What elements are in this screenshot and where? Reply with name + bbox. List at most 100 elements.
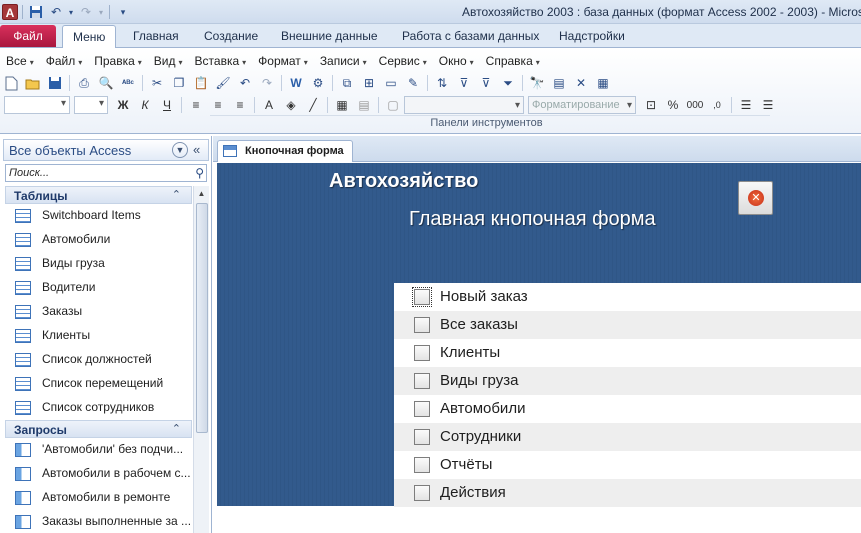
redo-icon[interactable]: ↷: [256, 73, 278, 93]
office-links-icon[interactable]: W: [285, 73, 307, 93]
nav-group-tables[interactable]: Таблицы ⌃: [5, 186, 192, 204]
format-painter-icon[interactable]: 🖌: [212, 73, 234, 93]
close-form-button[interactable]: ✕: [738, 181, 773, 215]
sort-asc-icon[interactable]: ⇅: [431, 73, 453, 93]
menu-item-clients[interactable]: Клиенты: [394, 339, 861, 367]
menu-all[interactable]: Все ▾: [0, 52, 40, 70]
delete-record-icon[interactable]: ✕: [570, 73, 592, 93]
bullets-icon[interactable]: ☰: [735, 95, 757, 115]
filter-selection-icon[interactable]: ⊽: [453, 73, 475, 93]
menu-item-button[interactable]: [414, 373, 430, 389]
nav-item-query[interactable]: 'Автомобили' без подчи...: [5, 438, 192, 462]
nav-item-table[interactable]: Автомобили: [5, 228, 192, 252]
undo-icon[interactable]: ↶: [47, 3, 65, 21]
italic-icon[interactable]: К: [134, 95, 156, 115]
font-size-combo[interactable]: [74, 96, 108, 114]
cut-icon[interactable]: ✂: [146, 73, 168, 93]
scroll-thumb[interactable]: [196, 203, 208, 433]
underline-icon[interactable]: Ч: [156, 95, 178, 115]
menu-item-reports[interactable]: Отчёты: [394, 451, 861, 479]
align-left-icon[interactable]: ≡: [185, 95, 207, 115]
nav-item-query[interactable]: Заказы выполненные за ...: [5, 510, 192, 533]
filter-form-icon[interactable]: ⊽: [475, 73, 497, 93]
nav-item-table[interactable]: Switchboard Items: [5, 204, 192, 228]
scroll-up-icon[interactable]: ▲: [194, 186, 209, 201]
menu-item-button[interactable]: [414, 317, 430, 333]
open-icon[interactable]: [22, 73, 44, 93]
spell-icon[interactable]: ᴬᴮᶜ: [117, 73, 139, 93]
redo-icon[interactable]: ↷: [77, 3, 95, 21]
paste-icon[interactable]: 📋: [190, 73, 212, 93]
properties-icon[interactable]: ✎: [402, 73, 424, 93]
nav-item-table[interactable]: Список должностей: [5, 348, 192, 372]
code-icon[interactable]: ⧉: [336, 73, 358, 93]
bold-icon[interactable]: Ж: [112, 95, 134, 115]
menu-item-new-order[interactable]: Новый заказ: [394, 283, 861, 311]
undo-icon[interactable]: ↶: [234, 73, 256, 93]
redo-dropdown-icon[interactable]: ▾: [97, 3, 105, 21]
analyze-icon[interactable]: ⚙: [307, 73, 329, 93]
collapse-group-icon[interactable]: ⌃: [172, 188, 181, 201]
collapse-group-icon[interactable]: ⌃: [172, 422, 181, 435]
customize-qat-icon[interactable]: ▾: [114, 3, 132, 21]
numbering-icon[interactable]: ☰: [757, 95, 779, 115]
access-app-icon[interactable]: A: [2, 4, 18, 20]
undo-dropdown-icon[interactable]: ▾: [67, 3, 75, 21]
menu-help[interactable]: Справка ▾: [480, 52, 546, 70]
tab-switchboard-form[interactable]: Кнопочная форма: [217, 140, 353, 162]
object-combo[interactable]: [4, 96, 70, 114]
font-color-icon[interactable]: A: [258, 95, 280, 115]
currency-icon[interactable]: ⊡: [640, 95, 662, 115]
menu-item-all-orders[interactable]: Все заказы: [394, 311, 861, 339]
nav-search-input[interactable]: Поиск... ⚲: [5, 164, 207, 182]
gridlines-icon[interactable]: ▤: [353, 95, 375, 115]
tab-add-ins[interactable]: Надстройки: [549, 25, 635, 48]
fill-color-icon[interactable]: ◈: [280, 95, 302, 115]
menu-file[interactable]: Файл ▾: [40, 52, 89, 70]
nav-group-queries[interactable]: Запросы ⌃: [5, 420, 192, 438]
menu-format[interactable]: Формат ▾: [252, 52, 314, 70]
nav-item-table[interactable]: Заказы: [5, 300, 192, 324]
nav-item-table[interactable]: Список сотрудников: [5, 396, 192, 420]
apply-filter-icon[interactable]: ⏷: [497, 73, 519, 93]
menu-records[interactable]: Записи ▾: [314, 52, 373, 70]
nav-scrollbar[interactable]: ▲: [193, 186, 209, 533]
new-object-icon[interactable]: ▭: [380, 73, 402, 93]
collapse-pane-icon[interactable]: «: [193, 142, 200, 157]
menu-tools[interactable]: Сервис ▾: [373, 52, 433, 70]
search-icon[interactable]: ⚲: [195, 166, 204, 180]
tab-external-data[interactable]: Внешние данные: [271, 25, 388, 48]
percent-icon[interactable]: %: [662, 95, 684, 115]
nav-pane-header[interactable]: Все объекты Access ▼ «: [3, 139, 209, 161]
align-center-icon[interactable]: ≡: [207, 95, 229, 115]
menu-item-button[interactable]: [414, 485, 430, 501]
borders-icon[interactable]: ▦: [331, 95, 353, 115]
new-record-icon[interactable]: ▤: [548, 73, 570, 93]
nav-item-table[interactable]: Список перемещений: [5, 372, 192, 396]
menu-item-cargo-types[interactable]: Виды груза: [394, 367, 861, 395]
database-window-icon[interactable]: ▦: [592, 73, 614, 93]
increase-decimals-icon[interactable]: ,0: [706, 95, 728, 115]
special-effect-icon[interactable]: ▢: [382, 95, 404, 115]
line-color-icon[interactable]: ╱: [302, 95, 324, 115]
save-icon[interactable]: [27, 3, 45, 21]
preview-icon[interactable]: 🔍: [95, 73, 117, 93]
nav-item-query[interactable]: Автомобили в рабочем с...: [5, 462, 192, 486]
menu-item-button[interactable]: [414, 457, 430, 473]
align-right-icon[interactable]: ≡: [229, 95, 251, 115]
nav-item-table[interactable]: Виды груза: [5, 252, 192, 276]
nav-item-query[interactable]: Автомобили в ремонте: [5, 486, 192, 510]
copy-icon[interactable]: ❐: [168, 73, 190, 93]
save-icon[interactable]: [44, 73, 66, 93]
menu-edit[interactable]: Правка ▾: [88, 52, 148, 70]
object-select-combo[interactable]: [404, 96, 524, 114]
menu-item-button[interactable]: [414, 429, 430, 445]
menu-insert[interactable]: Вставка ▾: [189, 52, 253, 70]
menu-item-button[interactable]: [414, 345, 430, 361]
tab-file[interactable]: Файл: [0, 25, 56, 47]
new-icon[interactable]: [0, 73, 22, 93]
menu-item-button[interactable]: [414, 401, 430, 417]
menu-item-employees[interactable]: Сотрудники: [394, 423, 861, 451]
nav-item-table[interactable]: Клиенты: [5, 324, 192, 348]
comma-icon[interactable]: 000: [684, 95, 706, 115]
